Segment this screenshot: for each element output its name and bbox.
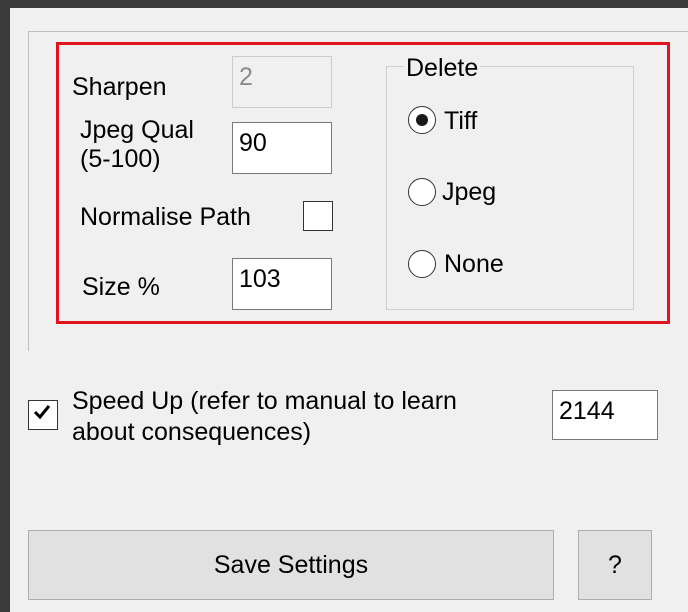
radio-tiff-label[interactable]: Tiff	[444, 108, 477, 135]
radio-tiff[interactable]	[408, 106, 436, 134]
sharpen-input: 2	[232, 56, 332, 108]
normalise-path-checkbox[interactable]	[303, 201, 333, 231]
normalise-path-label: Normalise Path	[80, 203, 251, 231]
radio-jpeg[interactable]	[408, 178, 436, 206]
sharpen-label: Sharpen	[72, 73, 167, 101]
size-label: Size %	[82, 273, 160, 301]
checkmark-icon	[33, 405, 51, 420]
speed-up-value-input[interactable]: 2144	[552, 390, 658, 440]
jpeg-qual-range-label: (5-100)	[80, 145, 161, 173]
radio-selected-dot	[416, 114, 428, 126]
radio-none[interactable]	[408, 250, 436, 278]
speed-up-label-line2[interactable]: about consequences)	[72, 419, 311, 446]
speed-up-label[interactable]: Speed Up (refer to manual to learn	[72, 388, 457, 415]
radio-jpeg-label[interactable]: Jpeg	[442, 179, 496, 206]
speed-up-checkbox[interactable]	[28, 400, 58, 430]
jpeg-qual-label: Jpeg Qual	[80, 116, 194, 144]
delete-group-title: Delete	[404, 54, 481, 82]
help-button[interactable]: ?	[578, 530, 652, 600]
jpeg-qual-input[interactable]: 90	[232, 122, 332, 174]
size-input[interactable]: 103	[232, 258, 332, 310]
save-settings-button[interactable]: Save Settings	[28, 530, 554, 600]
radio-none-label[interactable]: None	[444, 251, 504, 278]
